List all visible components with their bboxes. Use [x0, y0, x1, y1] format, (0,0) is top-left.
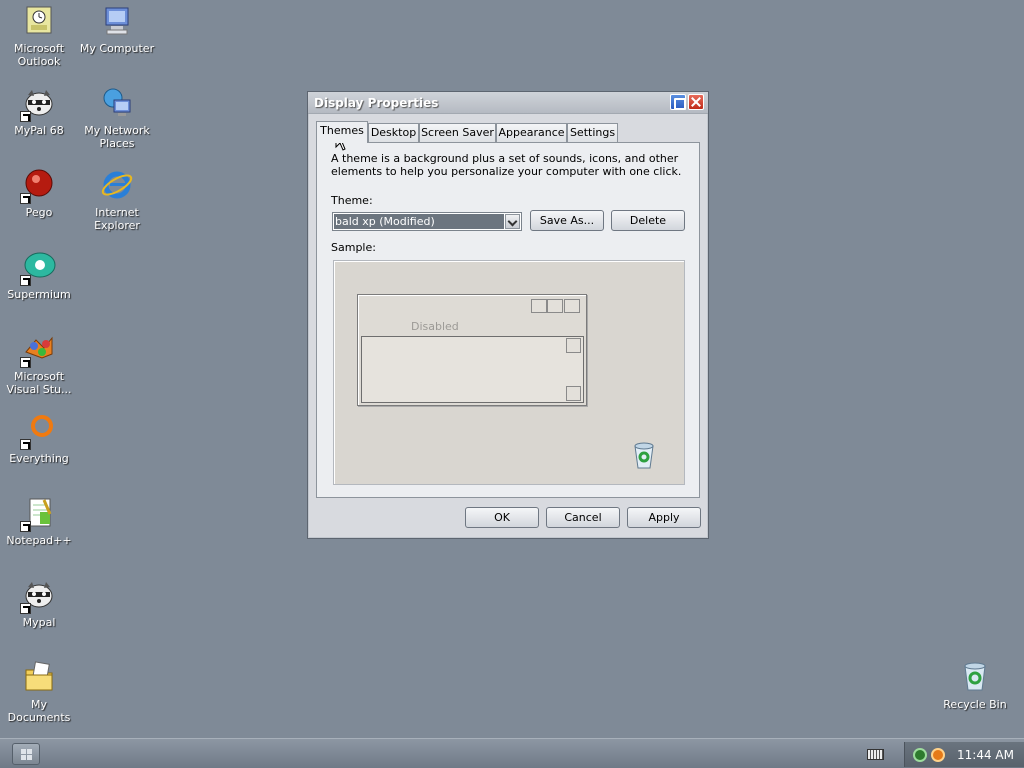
maximize-button[interactable]: [670, 94, 686, 110]
chevron-down-icon[interactable]: [505, 214, 520, 229]
taskbar-clock[interactable]: 11:44 AM: [957, 748, 1014, 762]
desktop-icon-supermium[interactable]: Supermium: [0, 250, 78, 301]
sample-scroll-down-icon: [566, 386, 581, 401]
desktop-icon-label: Mypal: [22, 616, 56, 629]
computer-icon: [100, 4, 134, 38]
ok-button[interactable]: OK: [465, 507, 539, 528]
shortcut-arrow-icon: [20, 439, 31, 450]
system-tray: 11:44 AM: [904, 742, 1024, 767]
shortcut-arrow-icon: [20, 111, 31, 122]
cancel-button[interactable]: Cancel: [546, 507, 620, 528]
desktop-icon-label: My Documents: [7, 698, 71, 724]
tray-sync-icon[interactable]: [913, 748, 927, 762]
desktop-icon-visual-studio[interactable]: Microsoft Visual Stu...: [0, 332, 78, 396]
sample-label: Sample:: [331, 241, 376, 254]
tab-settings[interactable]: Settings: [567, 123, 618, 142]
tab-appearance[interactable]: Appearance: [496, 123, 567, 142]
tab-desktop[interactable]: Desktop: [368, 123, 419, 142]
desktop-icon-label: Notepad++: [6, 534, 72, 547]
outlook-icon: [22, 4, 56, 38]
sample-disabled-text: Disabled: [411, 320, 459, 333]
save-as-button[interactable]: Save As...: [530, 210, 604, 231]
notepadpp-icon: [20, 496, 56, 532]
desktop-icon-notepadpp[interactable]: Notepad++: [0, 496, 78, 547]
desktop-icon-label: Supermium: [7, 288, 71, 301]
themes-panel: A theme is a background plus a set of so…: [316, 142, 700, 498]
desktop-icon-outlook[interactable]: Microsoft Outlook: [0, 4, 78, 68]
theme-dropdown[interactable]: bald xp (Modified): [332, 212, 522, 231]
desktop-icon-network-places[interactable]: My Network Places: [78, 86, 156, 150]
desktop-icon-recycle-bin[interactable]: Recycle Bin: [936, 660, 1014, 711]
desktop-icon-pego[interactable]: Pego: [0, 168, 78, 219]
sample-scroll-up-icon: [566, 338, 581, 353]
desktop-icon-label: My Computer: [79, 42, 155, 55]
shortcut-arrow-icon: [20, 521, 31, 532]
desktop-icon-mypal-68[interactable]: MyPal 68: [0, 86, 78, 137]
sample-close-icon: [564, 299, 580, 313]
desktop-icon-label: Internet Explorer: [94, 206, 140, 232]
supermium-icon: [20, 250, 56, 286]
everything-icon: [20, 414, 56, 450]
raccoon-icon: [20, 86, 56, 122]
documents-icon: [22, 660, 56, 694]
network-icon: [100, 86, 134, 120]
sample-window: Disabled: [357, 294, 587, 406]
desktop-icon-label: Microsoft Outlook: [13, 42, 65, 68]
window-title: Display Properties: [314, 96, 439, 110]
recycle-bin-icon: [958, 660, 992, 694]
sample-maximize-icon: [547, 299, 563, 313]
desktop-icon-label: Everything: [9, 452, 69, 465]
apply-button[interactable]: Apply: [627, 507, 701, 528]
shortcut-arrow-icon: [20, 357, 31, 368]
themes-description: A theme is a background plus a set of so…: [331, 152, 682, 178]
keyboard-icon[interactable]: [867, 749, 884, 760]
close-button[interactable]: [688, 94, 704, 110]
shortcut-arrow-icon: [20, 603, 31, 614]
ie-icon: [100, 168, 134, 202]
tab-themes[interactable]: Themes: [316, 121, 368, 143]
desktop-icon-my-documents[interactable]: My Documents: [0, 660, 78, 724]
desktop-icon-label: MyPal 68: [14, 124, 64, 137]
shortcut-arrow-icon: [20, 193, 31, 204]
desktop-icon-my-computer[interactable]: My Computer: [78, 4, 156, 55]
sample-minimize-icon: [531, 299, 547, 313]
theme-dropdown-value: bald xp (Modified): [334, 214, 504, 229]
start-button[interactable]: [12, 743, 40, 765]
start-grid-icon: [21, 749, 32, 760]
window-titlebar[interactable]: Display Properties: [308, 92, 708, 114]
tray-search-icon[interactable]: [931, 748, 945, 762]
desktop-icon-label: Pego: [25, 206, 53, 219]
delete-button[interactable]: Delete: [611, 210, 685, 231]
visual-studio-icon: [20, 332, 56, 368]
shortcut-arrow-icon: [20, 275, 31, 286]
display-properties-window: Display Properties Themes Desktop Screen…: [307, 91, 709, 539]
tab-screen-saver[interactable]: Screen Saver: [419, 123, 496, 142]
desktop-icon-everything[interactable]: Everything: [0, 414, 78, 465]
desktop-icon-label: My Network Places: [84, 124, 150, 150]
sample-preview: Disabled: [333, 260, 685, 485]
sample-recycle-bin-icon: [631, 441, 657, 469]
desktop-icon-internet-explorer[interactable]: Internet Explorer: [78, 168, 156, 232]
sample-inner-window: [361, 336, 584, 403]
desktop-icon-mypal[interactable]: Mypal: [0, 578, 78, 629]
raccoon-icon: [20, 578, 56, 614]
pego-icon: [20, 168, 56, 204]
theme-label: Theme:: [331, 194, 373, 207]
taskbar: 11:44 AM: [0, 738, 1024, 768]
desktop-icon-label: Microsoft Visual Stu...: [6, 370, 72, 396]
desktop-icon-label: Recycle Bin: [943, 698, 1007, 711]
